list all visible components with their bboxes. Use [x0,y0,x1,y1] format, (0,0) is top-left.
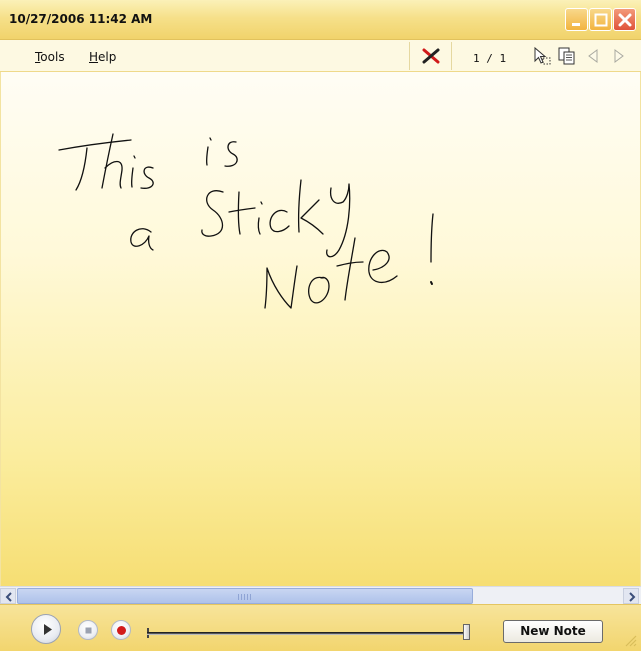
maximize-button[interactable] [589,8,612,31]
scrollbar-thumb[interactable] [17,588,473,604]
stop-icon [85,627,92,634]
note-canvas[interactable] [0,72,641,586]
seek-slider-handle[interactable] [463,624,470,640]
toolbar-separator [451,42,452,70]
handwriting-ink [58,133,434,309]
toolbar-separator [409,42,410,70]
play-icon [44,624,52,635]
resize-grip-icon[interactable] [622,632,638,648]
new-note-button[interactable]: New Note [503,620,603,643]
copy-icon [558,47,575,65]
select-cursor-icon [534,46,551,65]
playback-bar: New Note [0,604,641,651]
select-button[interactable] [531,45,553,67]
chevron-left-icon [5,592,12,602]
menu-help[interactable]: Help [89,50,116,64]
previous-page-button[interactable] [582,45,604,67]
record-button[interactable] [111,620,131,640]
menu-tools[interactable]: Tools [35,50,65,64]
menu-tools-label: ools [40,50,65,64]
window-title: 10/27/2006 11:42 AM [9,12,153,26]
maximize-icon [594,13,608,27]
scroll-right-button[interactable] [623,588,639,604]
delete-x-icon [422,48,440,64]
play-button[interactable] [31,614,61,644]
minimize-button[interactable] [565,8,588,31]
next-page-button[interactable] [608,45,630,67]
record-icon [117,626,126,635]
menu-help-mnemonic: H [89,50,99,64]
title-bar[interactable]: 10/27/2006 11:42 AM [0,0,641,40]
chevron-right-icon [629,592,636,602]
stop-button[interactable] [78,620,98,640]
delete-button[interactable] [420,45,442,67]
sticky-note-window: 10/27/2006 11:42 AM Tools Help 1 / 1 New… [0,0,641,651]
scroll-left-button[interactable] [0,588,16,604]
close-icon [618,13,632,27]
seek-slider-track[interactable] [147,632,468,635]
next-arrow-icon [614,49,624,63]
previous-arrow-icon [588,49,598,63]
scrollbar-grip [238,594,252,600]
menu-help-label: elp [98,50,117,64]
menu-bar: Tools Help 1 / 1 [0,40,641,72]
page-indicator: 1 / 1 [473,52,507,65]
horizontal-scrollbar[interactable] [0,586,641,604]
close-button[interactable] [613,8,636,31]
minimize-icon [572,23,580,26]
copy-button[interactable] [556,45,578,67]
